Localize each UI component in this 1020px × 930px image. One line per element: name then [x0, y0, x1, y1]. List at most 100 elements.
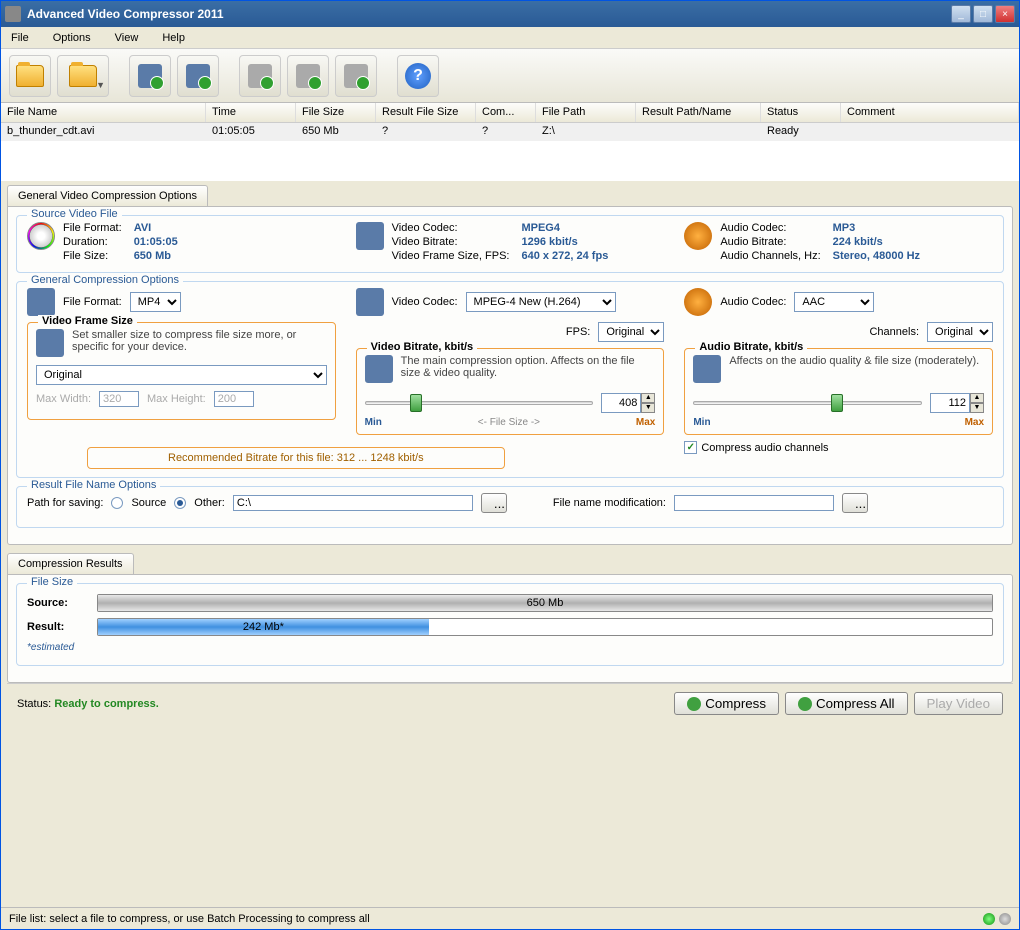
statusbar: File list: select a file to compress, or…: [1, 907, 1019, 929]
col-header-rpath[interactable]: Result Path/Name: [636, 103, 761, 122]
cell-time: 01:05:05: [206, 123, 296, 141]
spin-up-button[interactable]: ▲: [970, 393, 984, 403]
col-header-size[interactable]: File Size: [296, 103, 376, 122]
stop-button[interactable]: [287, 55, 329, 97]
other-radio-label: Other:: [194, 497, 225, 509]
help-button[interactable]: ?: [397, 55, 439, 97]
fps-label: FPS:: [566, 326, 590, 338]
source-radio[interactable]: [111, 497, 123, 509]
bitrate-icon: [693, 355, 721, 383]
compress-button[interactable]: [129, 55, 171, 97]
open-button[interactable]: [9, 55, 51, 97]
file-format-select[interactable]: MP4: [130, 292, 181, 312]
file-size-title: File Size: [27, 576, 77, 588]
source-group-title: Source Video File: [27, 208, 122, 220]
folder-icon: [69, 65, 97, 87]
menu-options[interactable]: Options: [49, 30, 95, 46]
play-button[interactable]: [335, 55, 377, 97]
src-vbitrate-value: 1296 kbit/s: [521, 236, 608, 248]
compress-all-action-button[interactable]: Compress All: [785, 692, 908, 715]
src-acodec-value: MP3: [833, 222, 920, 234]
col-header-comment[interactable]: Comment: [841, 103, 1019, 122]
vbitrate-title: Video Bitrate, kbit/s: [367, 341, 478, 353]
path-input[interactable]: [233, 495, 473, 511]
src-size-value: 650 Mb: [134, 250, 178, 262]
table-row[interactable]: b_thunder_cdt.avi 01:05:05 650 Mb ? ? Z:…: [1, 123, 1019, 141]
fps-select[interactable]: Original: [598, 322, 664, 342]
source-radio-label: Source: [131, 497, 166, 509]
maximize-button[interactable]: □: [973, 5, 993, 23]
status-dot-green: [983, 913, 995, 925]
compress-all-button[interactable]: [177, 55, 219, 97]
video-bitrate-input[interactable]: [601, 393, 641, 413]
max-label: Max: [636, 417, 655, 428]
audio-bitrate-input[interactable]: [930, 393, 970, 413]
col-header-time[interactable]: Time: [206, 103, 296, 122]
fmt-label: File Format:: [63, 296, 122, 308]
result-bar-value: 242 Mb*: [98, 619, 429, 635]
acodec-label: Audio Codec:: [720, 296, 786, 308]
col-header-name[interactable]: File Name: [1, 103, 206, 122]
filesize-label: <- File Size ->: [478, 417, 540, 428]
estimated-note: *estimated: [27, 642, 993, 653]
max-height-input[interactable]: [214, 391, 254, 407]
col-header-comp[interactable]: Com...: [476, 103, 536, 122]
spin-down-button[interactable]: ▼: [641, 403, 655, 413]
col-header-result[interactable]: Result File Size: [376, 103, 476, 122]
src-achannels-label: Audio Channels, Hz:: [720, 250, 820, 262]
video-bitrate-slider[interactable]: [365, 391, 594, 415]
menu-view[interactable]: View: [111, 30, 143, 46]
spin-up-button[interactable]: ▲: [641, 393, 655, 403]
channels-select[interactable]: Original: [927, 322, 993, 342]
tab-general-options[interactable]: General Video Compression Options: [7, 185, 208, 206]
src-abitrate-label: Audio Bitrate:: [720, 236, 820, 248]
browse-mod-button[interactable]: ...: [842, 493, 868, 513]
audio-codec-select[interactable]: AAC: [794, 292, 874, 312]
max-width-input[interactable]: [99, 391, 139, 407]
compress-icon: [138, 64, 162, 88]
col-header-path[interactable]: File Path: [536, 103, 636, 122]
tab-compression-results[interactable]: Compression Results: [7, 553, 134, 574]
play-video-button[interactable]: Play Video: [914, 692, 1003, 715]
spin-down-button[interactable]: ▼: [970, 403, 984, 413]
cell-name: b_thunder_cdt.avi: [1, 123, 206, 141]
status-label: Status:: [17, 698, 51, 710]
src-size-label: File Size:: [63, 250, 122, 262]
compress-audio-checkbox[interactable]: ✓: [684, 441, 697, 454]
mod-input[interactable]: [674, 495, 834, 511]
path-save-label: Path for saving:: [27, 497, 103, 509]
app-icon: [5, 6, 21, 22]
film-icon: [356, 222, 384, 250]
frame-size-select[interactable]: Original: [36, 365, 327, 385]
src-duration-label: Duration:: [63, 236, 122, 248]
file-size-group: File Size Source: 650 Mb Result: 242 Mb*: [16, 583, 1004, 666]
other-radio[interactable]: [174, 497, 186, 509]
cell-path: Z:\: [536, 123, 636, 141]
col-header-status[interactable]: Status: [761, 103, 841, 122]
video-codec-select[interactable]: MPEG-4 New (H.264): [466, 292, 616, 312]
src-vbitrate-label: Video Bitrate:: [392, 236, 510, 248]
minimize-button[interactable]: _: [951, 5, 971, 23]
titlebar: Advanced Video Compressor 2011 _ □ ×: [1, 1, 1019, 27]
play-icon: [344, 64, 368, 88]
pause-button[interactable]: [239, 55, 281, 97]
browse-path-button[interactable]: ...: [481, 493, 507, 513]
close-button[interactable]: ×: [995, 5, 1015, 23]
result-bar: 242 Mb*: [97, 618, 993, 636]
min-label: Min: [693, 417, 710, 428]
abitrate-hint: Affects on the audio quality & file size…: [729, 355, 979, 367]
src-duration-value: 01:05:05: [134, 236, 178, 248]
help-icon: ?: [405, 63, 431, 89]
stop-icon: [296, 64, 320, 88]
menu-file[interactable]: File: [7, 30, 33, 46]
open-dropdown-button[interactable]: ▼: [57, 55, 109, 97]
src-acodec-label: Audio Codec:: [720, 222, 820, 234]
max-height-label: Max Height:: [147, 393, 206, 405]
compress-action-button[interactable]: Compress: [674, 692, 779, 715]
audio-bitrate-slider[interactable]: [693, 391, 922, 415]
speaker-icon: [684, 288, 712, 316]
menu-help[interactable]: Help: [158, 30, 189, 46]
film-icon: [356, 288, 384, 316]
compression-options-group: General Compression Options File Format:…: [16, 281, 1004, 478]
src-vframe-label: Video Frame Size, FPS:: [392, 250, 510, 262]
